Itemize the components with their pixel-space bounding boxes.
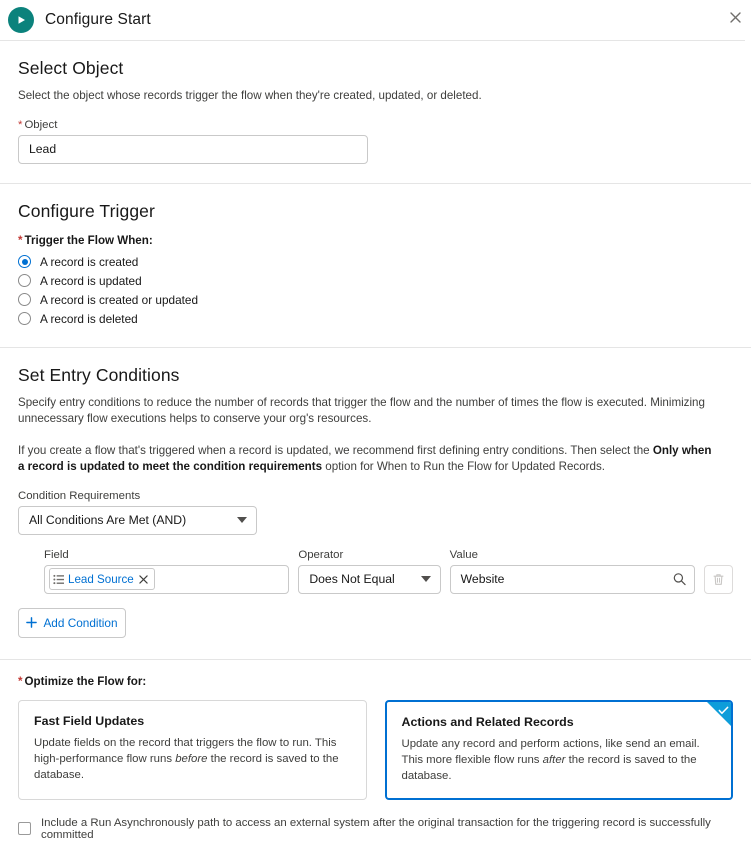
radio-mark [18,255,31,268]
required-asterisk: * [18,675,23,688]
divider-header [0,40,745,41]
radio-mark [18,312,31,325]
radio-mark [18,274,31,287]
trigger-group-label: *Trigger the Flow When: [18,234,733,247]
optimize-section: *Optimize the Flow for: Fast Field Updat… [0,660,751,800]
divider-select-object [0,183,751,184]
optimize-card-fast-field-updates[interactable]: Fast Field Updates Update fields on the … [18,700,367,800]
async-checkbox-row[interactable]: Include a Run Asynchronously path to acc… [0,817,751,841]
card-title: Fast Field Updates [34,714,351,728]
value-input[interactable]: Website [450,565,695,594]
field-pill[interactable]: Lead Source [49,568,155,590]
value-text: Website [461,572,505,586]
required-asterisk: * [18,234,23,247]
radio-record-deleted[interactable]: A record is deleted [18,311,733,327]
radio-label: A record is created or updated [40,293,198,307]
close-icon[interactable] [138,573,150,585]
card-description: Update fields on the record that trigger… [34,735,351,783]
optimize-card-actions-and-related-records[interactable]: Actions and Related Records Update any r… [385,700,734,800]
async-checkbox-label: Include a Run Asynchronously path to acc… [41,817,733,841]
radio-mark [18,293,31,306]
list-icon [53,574,64,585]
radio-record-updated[interactable]: A record is updated [18,273,733,289]
field-pill-label: Lead Source [68,573,134,586]
select-object-title: Select Object [18,58,733,79]
radio-label: A record is updated [40,274,142,288]
chevron-down-icon [237,517,247,523]
play-circle-icon [8,7,34,33]
search-icon[interactable] [673,573,686,586]
optimize-cards: Fast Field Updates Update fields on the … [18,700,733,800]
delete-condition-button[interactable] [704,565,733,594]
operator-column-label: Operator [298,549,440,561]
select-object-description: Select the object whose records trigger … [18,88,578,105]
condition-row-area: Field Lead Source [0,549,751,594]
configure-trigger-title: Configure Trigger [18,201,733,222]
entry-conditions-section: Set Entry Conditions Specify entry condi… [0,365,751,535]
field-column-label: Field [44,549,289,561]
entry-conditions-title: Set Entry Conditions [18,365,733,386]
condition-requirements-label: Condition Requirements [18,490,257,502]
trigger-radio-group: A record is created A record is updated … [18,254,733,327]
close-icon[interactable] [725,7,745,27]
optimize-label: *Optimize the Flow for: [18,675,733,688]
entry-conditions-paragraph-2: If you create a flow that's triggered wh… [18,443,718,476]
card-title: Actions and Related Records [402,715,717,729]
add-condition-label: Add Condition [43,616,117,630]
object-field-label: *Object [18,119,368,131]
condition-row: Field Lead Source [44,549,733,594]
operator-select[interactable]: Does Not Equal [298,565,440,594]
select-object-section: Select Object Select the object whose re… [0,58,751,183]
operator-value: Does Not Equal [309,572,394,586]
field-input[interactable]: Lead Source [44,565,289,594]
page-title: Configure Start [45,11,151,29]
entry-conditions-paragraph-1: Specify entry conditions to reduce the n… [18,395,718,428]
object-input[interactable]: Lead [18,135,368,164]
required-asterisk: * [18,119,22,131]
card-description: Update any record and perform actions, l… [402,736,717,784]
configure-trigger-section: Configure Trigger *Trigger the Flow When… [0,201,751,347]
chevron-down-icon [421,576,431,582]
condition-value-column: Value Website [450,549,695,594]
radio-record-created-or-updated[interactable]: A record is created or updated [18,292,733,308]
add-condition-button[interactable]: Add Condition [18,608,126,638]
radio-label: A record is deleted [40,312,138,326]
check-icon [718,705,729,716]
condition-field-column: Field Lead Source [44,549,289,594]
dialog-header: Configure Start [0,0,751,40]
condition-requirements-select[interactable]: All Conditions Are Met (AND) [18,506,257,535]
divider-configure-trigger [0,347,751,348]
radio-record-created[interactable]: A record is created [18,254,733,270]
async-checkbox[interactable] [18,822,31,835]
condition-requirements-value: All Conditions Are Met (AND) [29,513,186,527]
plus-icon [26,617,37,628]
radio-label: A record is created [40,255,138,269]
value-column-label: Value [450,549,695,561]
condition-operator-column: Operator Does Not Equal [298,549,440,594]
